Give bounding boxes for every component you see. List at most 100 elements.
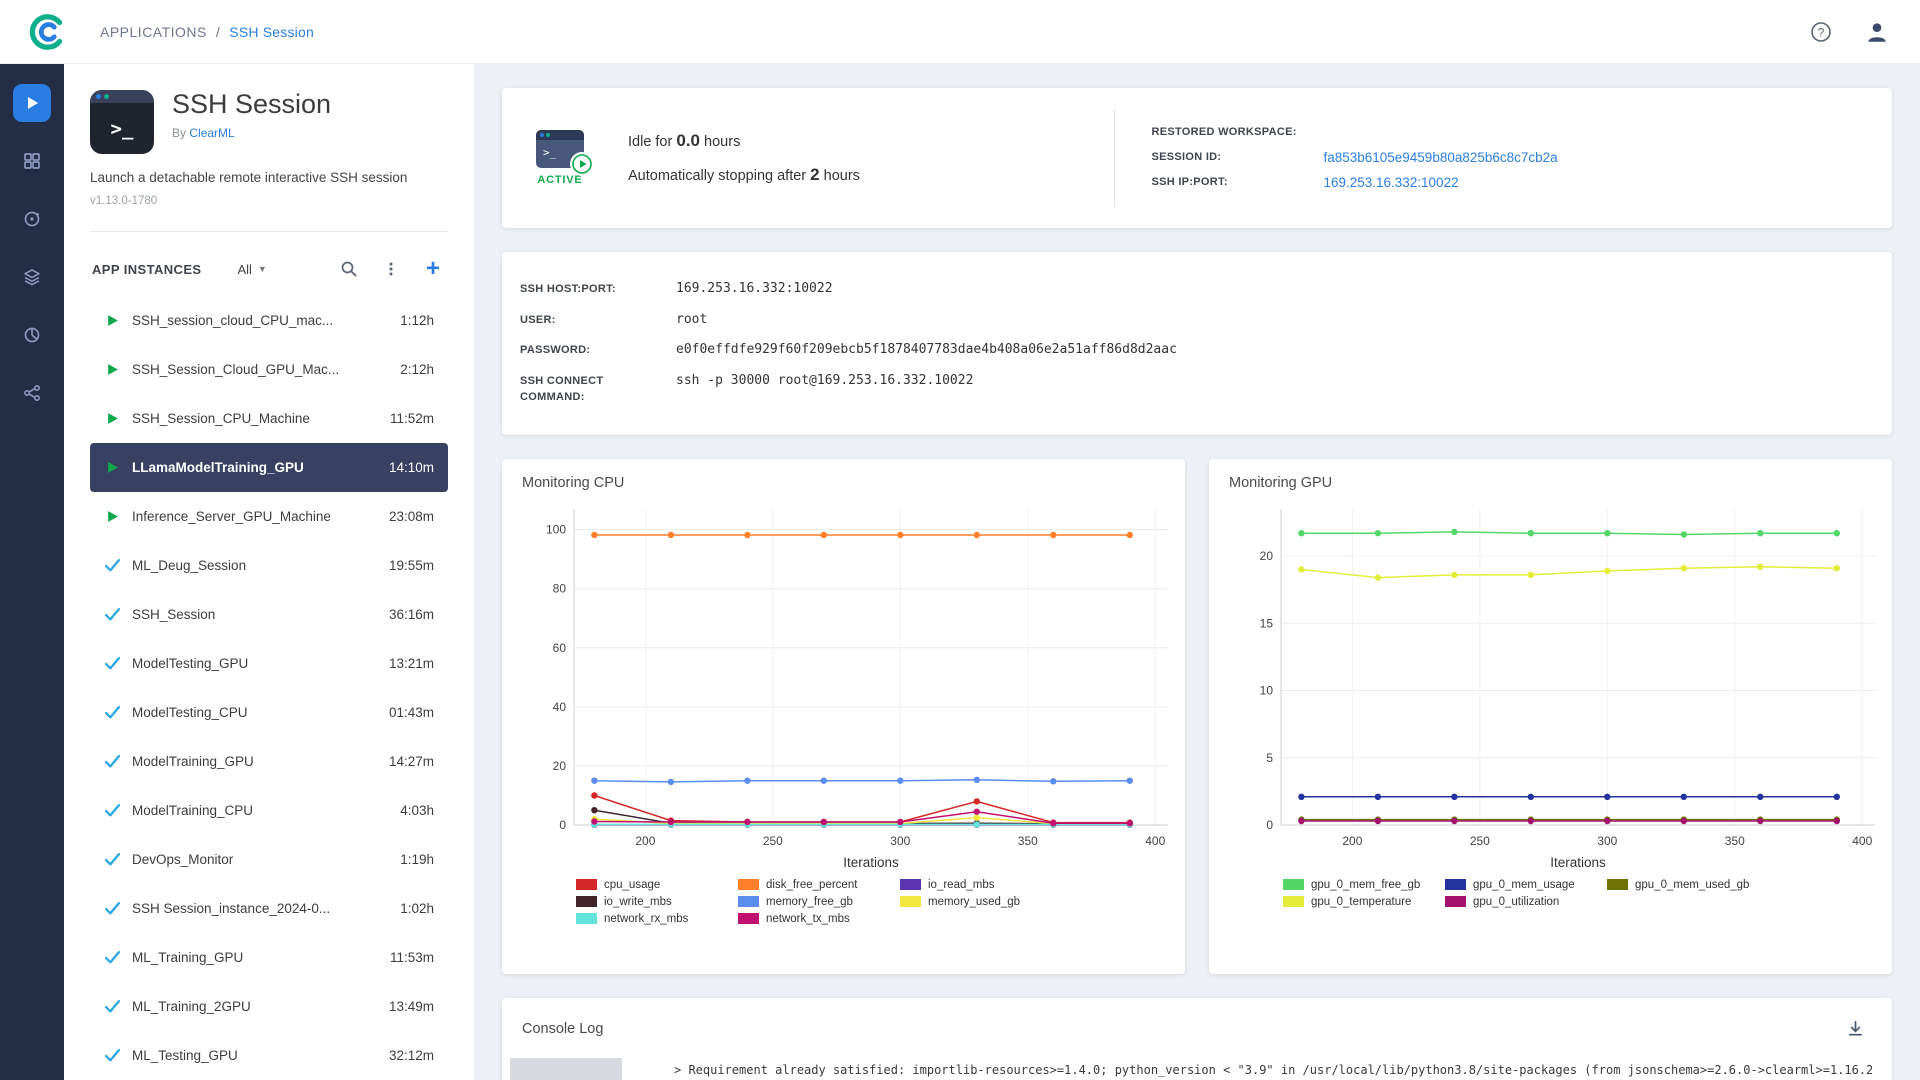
legend-item[interactable]: gpu_0_utilization	[1445, 896, 1595, 908]
instance-list-item[interactable]: SSH Session_instance_2024-0...1:02h	[90, 884, 448, 933]
workers-icon[interactable]	[13, 200, 51, 238]
legend-item[interactable]: disk_free_percent	[738, 879, 888, 891]
connection-details-card: SSH HOST:PORT:169.253.16.332:10022USER:r…	[502, 252, 1892, 435]
datasets-icon[interactable]	[13, 258, 51, 296]
instance-list-item[interactable]: ModelTraining_CPU4:03h	[90, 786, 448, 835]
instance-runtime: 2:12h	[400, 362, 434, 377]
instance-list-item[interactable]: ML_Training_2GPU13:49m	[90, 982, 448, 1031]
instance-name: SSH_Session_CPU_Machine	[132, 411, 310, 426]
svg-text:250: 250	[1470, 834, 1490, 848]
instance-list-item[interactable]: SSH_Session36:16m	[90, 590, 448, 639]
completed-check-icon	[104, 853, 120, 866]
svg-text:60: 60	[553, 640, 567, 654]
legend-item[interactable]: network_rx_mbs	[576, 913, 726, 925]
detail-label: USER:	[520, 312, 648, 329]
instance-list-item[interactable]: ML_Deug_Session19:55m	[90, 541, 448, 590]
svg-text:100: 100	[546, 522, 566, 536]
instances-filter-dropdown[interactable]: All ▼	[237, 262, 266, 277]
instance-list-item[interactable]: SSH_Session_Cloud_GPU_Mac...2:12h	[90, 345, 448, 394]
stopping-hours-value: 2	[810, 165, 819, 184]
panel-divider	[90, 231, 448, 232]
svg-text:5: 5	[1266, 750, 1273, 764]
instance-name: SSH Session_instance_2024-0...	[132, 901, 330, 916]
svg-text:15: 15	[1260, 616, 1274, 630]
instance-list-item[interactable]: SSH_Session_CPU_Machine11:52m	[90, 394, 448, 443]
plus-icon[interactable]: +	[420, 256, 446, 282]
app-description: Launch a detachable remote interactive S…	[90, 170, 448, 185]
svg-text:10: 10	[1260, 683, 1274, 697]
legend-item[interactable]: io_write_mbs	[576, 896, 726, 908]
legend-item[interactable]: gpu_0_temperature	[1283, 896, 1433, 908]
legend-label: disk_free_percent	[766, 879, 857, 891]
legend-item[interactable]: gpu_0_mem_free_gb	[1283, 879, 1433, 891]
svg-text:250: 250	[763, 834, 783, 848]
running-play-icon	[104, 363, 120, 376]
running-play-icon	[104, 314, 120, 327]
legend-swatch-icon	[900, 879, 921, 890]
ssh-ip-port-value[interactable]: 169.253.16.332:10022	[1323, 175, 1557, 190]
applications-icon[interactable]	[13, 84, 51, 122]
svg-text:400: 400	[1145, 834, 1165, 848]
app-author: By ClearML	[172, 126, 331, 140]
cpu-chart-legend: cpu_usage disk_free_percent io_read_mbs io_…	[576, 879, 1050, 925]
instance-name: ModelTraining_GPU	[132, 754, 254, 769]
gpu-chart-card: Monitoring GPU 20025030035040005101520It…	[1209, 459, 1892, 974]
legend-item[interactable]: memory_used_gb	[900, 896, 1050, 908]
status-summary: Idle for 0.0 hours Automatically stoppin…	[628, 124, 860, 192]
instance-runtime: 1:19h	[400, 852, 434, 867]
instance-runtime: 01:43m	[389, 705, 434, 720]
projects-icon[interactable]	[13, 142, 51, 180]
legend-swatch-icon	[738, 913, 759, 924]
legend-item[interactable]: io_read_mbs	[900, 879, 1050, 891]
instance-list-item[interactable]: ModelTesting_GPU13:21m	[90, 639, 448, 688]
legend-item[interactable]: memory_free_gb	[738, 896, 888, 908]
legend-item[interactable]: network_tx_mbs	[738, 913, 888, 925]
legend-item[interactable]: cpu_usage	[576, 879, 726, 891]
pipelines-icon[interactable]	[13, 374, 51, 412]
instance-list-item[interactable]: DevOps_Monitor1:19h	[90, 835, 448, 884]
completed-check-icon	[104, 804, 120, 817]
instance-name: ML_Training_2GPU	[132, 999, 251, 1014]
instance-list-item[interactable]: ModelTraining_GPU 14:27m	[90, 737, 448, 786]
legend-swatch-icon	[900, 896, 921, 907]
legend-swatch-icon	[738, 879, 759, 890]
download-icon[interactable]	[1838, 1012, 1872, 1046]
instance-runtime: 32:12m	[389, 1048, 434, 1063]
user-avatar-icon[interactable]	[1860, 15, 1894, 49]
detail-label: SSH CONNECT COMMAND:	[520, 373, 648, 406]
svg-text:20: 20	[553, 758, 567, 772]
console-gutter	[510, 1058, 622, 1080]
log-line: > Requirement already satisfied: importl…	[674, 1058, 1872, 1080]
clearml-link[interactable]: ClearML	[189, 126, 234, 140]
instance-runtime: 14:27m	[389, 754, 434, 769]
search-icon[interactable]	[336, 256, 362, 282]
instance-list-item[interactable]: ML_Testing_GPU32:12m	[90, 1031, 448, 1080]
instance-list-item[interactable]: Inference_Server_GPU_Machine23:08m	[90, 492, 448, 541]
instance-list-item[interactable]: SSH_session_cloud_CPU_mac...1:12h	[90, 296, 448, 345]
svg-text:200: 200	[1342, 834, 1362, 848]
kebab-menu-icon[interactable]	[378, 256, 404, 282]
legend-item[interactable]: gpu_0_mem_usage	[1445, 879, 1595, 891]
legend-swatch-icon	[1283, 879, 1304, 890]
legend-swatch-icon	[1607, 879, 1628, 890]
instance-list-item[interactable]: ML_Training_GPU11:53m	[90, 933, 448, 982]
legend-swatch-icon	[1283, 896, 1304, 907]
svg-text:80: 80	[553, 581, 567, 595]
instances-list: SSH_session_cloud_CPU_mac...1:12hSSH_Ses…	[90, 296, 448, 1080]
instance-list-item[interactable]: LLamaModelTraining_GPU14:10m	[90, 443, 448, 492]
help-icon[interactable]: ?	[1804, 15, 1838, 49]
detail-row: SSH HOST:PORT:169.253.16.332:10022	[520, 274, 1874, 305]
legend-item[interactable]: gpu_0_mem_used_gb	[1607, 879, 1757, 891]
breadcrumb-applications[interactable]: APPLICATIONS	[100, 24, 207, 40]
session-id-value[interactable]: fa853b6105e9459b80a825b6c8c7cb2a	[1323, 150, 1557, 165]
instances-title: APP INSTANCES	[92, 262, 201, 277]
top-bar: APPLICATIONS / SSH Session ?	[0, 0, 1920, 64]
svg-text:350: 350	[1018, 834, 1038, 848]
detail-label: PASSWORD:	[520, 342, 648, 359]
status-divider	[1114, 110, 1115, 206]
instance-list-item[interactable]: ModelTesting_CPU01:43m	[90, 688, 448, 737]
legend-swatch-icon	[1445, 879, 1466, 890]
clearml-logo[interactable]	[26, 10, 70, 54]
legend-label: gpu_0_temperature	[1311, 896, 1411, 908]
reports-icon[interactable]	[13, 316, 51, 354]
